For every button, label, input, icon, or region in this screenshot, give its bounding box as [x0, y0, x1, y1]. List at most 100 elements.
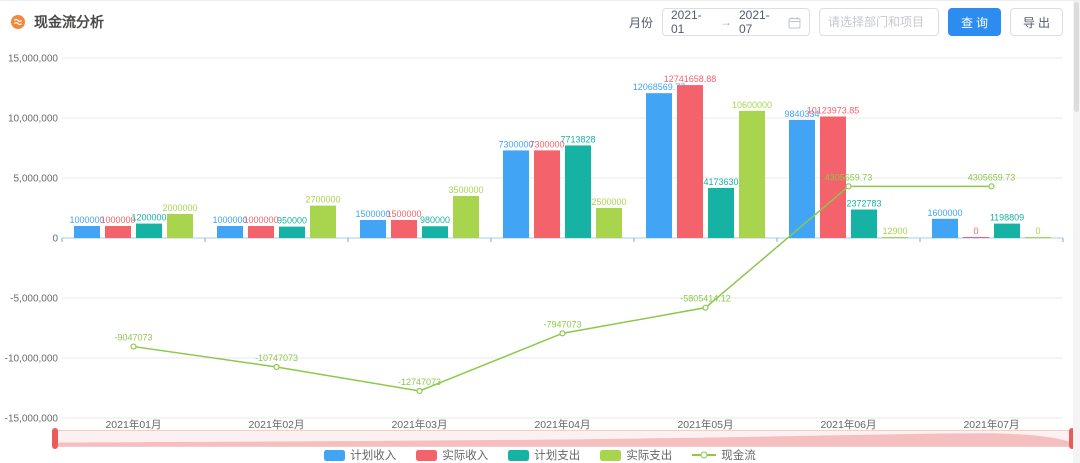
bar[interactable] — [932, 219, 958, 238]
datazoom-silhouette — [56, 431, 1071, 446]
bar[interactable] — [74, 226, 100, 238]
bar-value-label: 4173630 — [703, 177, 738, 187]
cashflow-chart: 15,000,00010,000,0005,000,0000-5,000,000… — [0, 41, 1080, 431]
bar-value-label: 1198809 — [990, 213, 1024, 223]
bar[interactable] — [739, 111, 765, 238]
legend-label: 实际支出 — [626, 447, 672, 463]
date-range-picker[interactable]: 2021-01 → 2021-07 — [662, 8, 810, 36]
line-marker[interactable] — [560, 331, 565, 336]
legend-label: 计划支出 — [534, 447, 580, 463]
money-icon — [10, 14, 26, 30]
datazoom-slider[interactable] — [55, 430, 1072, 447]
legend-bar-marker — [508, 450, 529, 461]
legend-bar-marker — [324, 450, 345, 461]
bar-value-label: 10600000 — [732, 100, 772, 110]
arrow-right-icon: → — [720, 15, 732, 29]
legend-item-0[interactable]: 计划收入 — [324, 447, 396, 463]
bar[interactable] — [217, 226, 243, 238]
export-button[interactable]: 导出 — [1010, 8, 1063, 36]
bar-value-label: 1000000 — [100, 215, 135, 225]
cashflow-page: 现金流分析 月份 2021-01 → 2021-07 查询 导 — [0, 0, 1080, 463]
bar[interactable] — [391, 220, 417, 238]
bar[interactable] — [310, 206, 336, 238]
bar[interactable] — [1025, 237, 1051, 238]
bar[interactable] — [963, 237, 989, 238]
bar-value-label: 1200000 — [131, 213, 166, 223]
bar-value-label: 10123973.85 — [807, 106, 860, 116]
y-axis-label: 15,000,000 — [8, 54, 58, 65]
line-marker[interactable] — [131, 344, 136, 349]
legend-label: 实际收入 — [442, 447, 488, 463]
department-project-input[interactable] — [819, 8, 939, 36]
line-marker[interactable] — [846, 184, 851, 189]
bar[interactable] — [882, 237, 908, 238]
legend-bar-marker — [416, 450, 437, 461]
legend-item-2[interactable]: 计划支出 — [508, 447, 580, 463]
legend-label: 计划收入 — [350, 447, 396, 463]
datazoom-band[interactable] — [55, 430, 1072, 447]
bar[interactable] — [360, 220, 386, 238]
y-axis-label: -10,000,000 — [5, 354, 59, 365]
bar-value-label: 0 — [973, 226, 978, 236]
bar-value-label: 2372783 — [846, 199, 881, 209]
bar-value-label: 980000 — [420, 215, 450, 225]
calendar-icon — [788, 16, 801, 29]
legend-item-3[interactable]: 实际支出 — [600, 447, 672, 463]
legend-bar-marker — [600, 450, 621, 461]
bar[interactable] — [503, 150, 529, 238]
bar[interactable] — [851, 210, 877, 238]
bar[interactable] — [565, 145, 591, 238]
bar[interactable] — [248, 226, 274, 238]
bar-value-label: 2000000 — [162, 203, 197, 213]
bar[interactable] — [677, 85, 703, 238]
bar[interactable] — [596, 208, 622, 238]
line-value-label: -12747073 — [398, 377, 441, 387]
bar-value-label: 12900 — [882, 226, 907, 236]
line-value-label: -9047073 — [114, 333, 152, 343]
bar[interactable] — [534, 150, 560, 238]
scrollbar-thumb[interactable] — [1074, 2, 1079, 112]
bar[interactable] — [994, 224, 1020, 238]
date-end-value: 2021-07 — [739, 8, 781, 36]
bar[interactable] — [453, 196, 479, 238]
date-start-value: 2021-01 — [671, 8, 713, 36]
y-axis-label: 0 — [52, 234, 58, 245]
line-value-label: -5805414.12 — [680, 294, 731, 304]
line-marker[interactable] — [703, 305, 708, 310]
bar-value-label: 2700000 — [305, 195, 340, 205]
legend-item-4[interactable]: 现金流 — [692, 447, 756, 463]
bar-value-label: 1000000 — [243, 215, 278, 225]
bar[interactable] — [167, 214, 193, 238]
line-marker[interactable] — [417, 388, 422, 393]
bar-value-label: 7713828 — [560, 134, 595, 144]
bar[interactable] — [646, 93, 672, 238]
y-axis-label: 5,000,000 — [14, 174, 59, 185]
bar[interactable] — [708, 188, 734, 238]
y-axis-label: 10,000,000 — [8, 114, 58, 125]
bar[interactable] — [789, 120, 815, 238]
bar[interactable] — [279, 227, 305, 238]
legend-line-marker — [692, 454, 716, 456]
line-marker[interactable] — [274, 364, 279, 369]
bar[interactable] — [136, 224, 162, 238]
line-marker[interactable] — [989, 184, 994, 189]
bar-value-label: 12741658.88 — [664, 74, 717, 84]
bar-value-label: 1500000 — [386, 209, 421, 219]
y-axis-label: -15,000,000 — [5, 414, 59, 425]
line-value-label: -10747073 — [255, 353, 298, 363]
bar-value-label: 3500000 — [448, 185, 483, 195]
bar-value-label: 2500000 — [591, 197, 626, 207]
line-value-label: 4305659.73 — [825, 172, 873, 182]
legend-label: 现金流 — [721, 447, 756, 463]
bar-value-label: 7300000 — [498, 139, 533, 149]
bar[interactable] — [422, 226, 448, 238]
page-title: 现金流分析 — [34, 12, 104, 32]
bar-value-label: 1000000 — [69, 215, 104, 225]
bar-value-label: 1500000 — [355, 209, 390, 219]
header-controls: 月份 2021-01 → 2021-07 查询 导出 — [629, 8, 1063, 36]
bar[interactable] — [105, 226, 131, 238]
query-button[interactable]: 查询 — [948, 8, 1001, 36]
bar-value-label: 0 — [1035, 226, 1040, 236]
page-scrollbar[interactable] — [1073, 1, 1080, 463]
legend-item-1[interactable]: 实际收入 — [416, 447, 488, 463]
